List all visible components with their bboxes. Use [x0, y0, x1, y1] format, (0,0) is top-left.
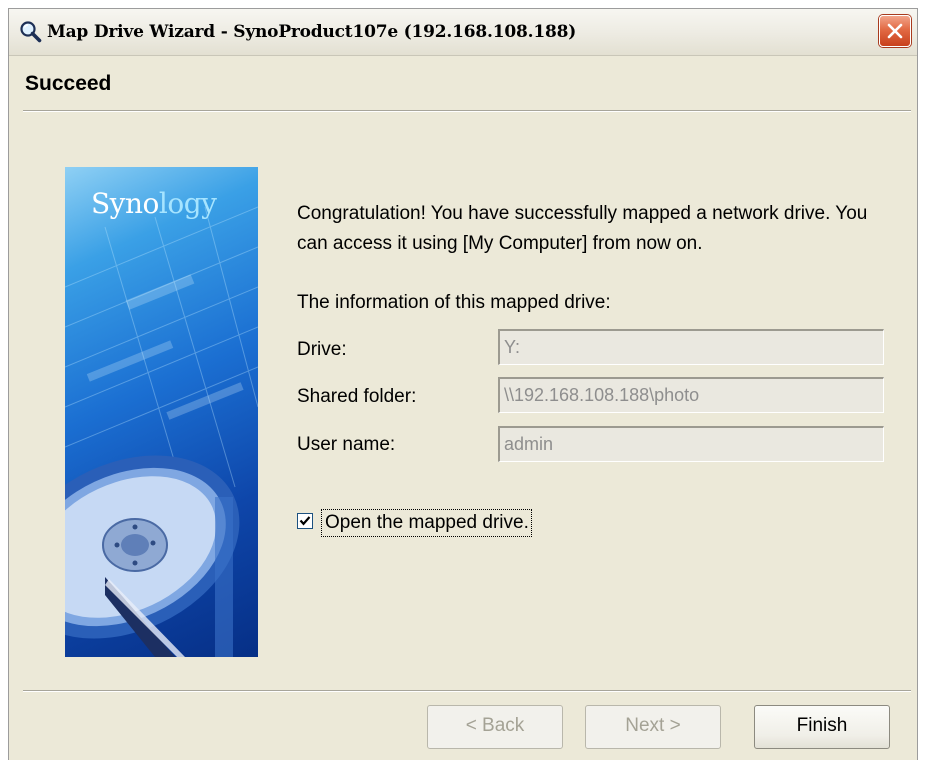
user-name-label: User name: — [297, 434, 396, 455]
map-drive-wizard-window: Map Drive Wizard - SynoProduct107e (192.… — [8, 8, 918, 760]
success-message: Congratulation! You have successfully ma… — [297, 203, 868, 254]
user-name-field[interactable]: admin — [498, 426, 884, 462]
open-mapped-drive-label[interactable]: Open the mapped drive. — [321, 509, 532, 537]
footer-divider — [23, 690, 911, 692]
wizard-content: Congratulation! You have successfully ma… — [9, 9, 917, 709]
checkmark-icon — [299, 516, 311, 526]
back-button[interactable]: < Back — [427, 705, 563, 749]
shared-folder-field[interactable]: \\192.168.108.188\photo — [498, 377, 884, 413]
drive-label: Drive: — [297, 339, 347, 360]
shared-folder-label: Shared folder: — [297, 386, 417, 407]
finish-button[interactable]: Finish — [754, 705, 890, 749]
drive-field[interactable]: Y: — [498, 329, 884, 365]
next-button[interactable]: Next > — [585, 705, 721, 749]
info-heading: The information of this mapped drive: — [297, 292, 611, 313]
open-mapped-drive-checkbox[interactable] — [297, 513, 313, 529]
